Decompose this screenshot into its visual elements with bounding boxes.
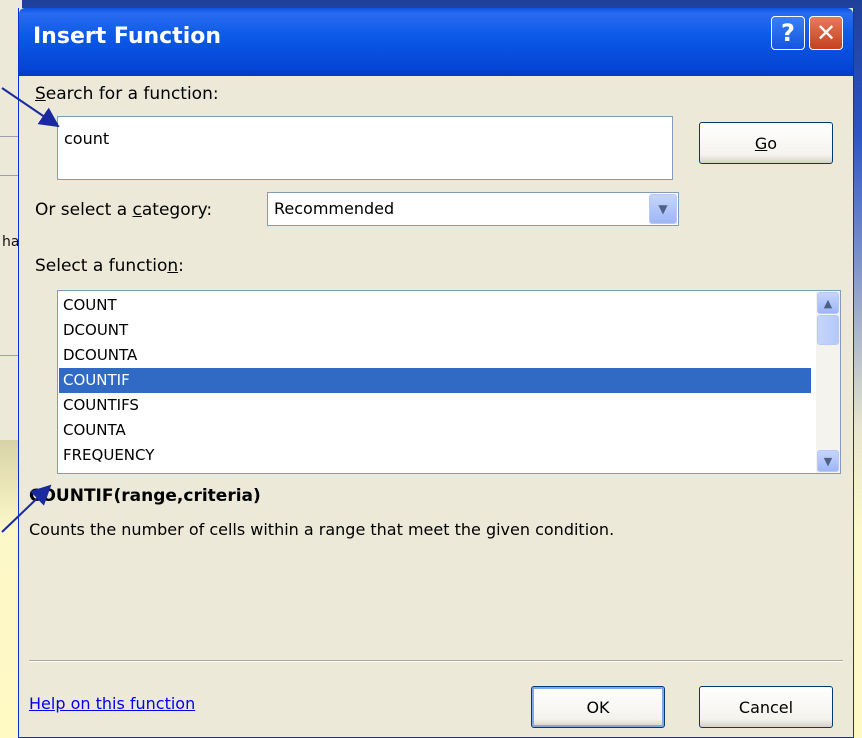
- chevron-down-icon[interactable]: ▼: [649, 194, 677, 224]
- function-list-item[interactable]: DCOUNT: [59, 318, 811, 343]
- category-label: Or select a category:: [35, 200, 213, 220]
- background-partial-text: ha: [2, 234, 20, 250]
- function-list-item[interactable]: COUNTIF: [59, 368, 811, 393]
- dialog-titlebar[interactable]: Insert Function ? ✕: [19, 8, 853, 76]
- divider: [29, 660, 843, 662]
- scroll-thumb[interactable]: [817, 315, 839, 345]
- function-list-item[interactable]: DCOUNTA: [59, 343, 811, 368]
- scroll-up-icon[interactable]: ▲: [817, 292, 839, 314]
- close-button[interactable]: ✕: [809, 16, 843, 50]
- function-signature: COUNTIF(range,criteria): [29, 486, 261, 506]
- function-list-label: Select a function:: [35, 256, 184, 276]
- function-description: Counts the number of cells within a rang…: [29, 520, 615, 539]
- dialog-title: Insert Function: [33, 24, 222, 49]
- category-selected-value: Recommended: [274, 199, 395, 218]
- insert-function-dialog: Insert Function ? ✕ Search for a functio…: [18, 8, 854, 738]
- category-select[interactable]: Recommended ▼: [267, 192, 679, 226]
- ok-button[interactable]: OK: [531, 686, 665, 728]
- question-icon: ?: [781, 19, 795, 47]
- help-on-function-link[interactable]: Help on this function: [29, 694, 195, 713]
- help-button[interactable]: ?: [771, 16, 805, 50]
- function-list-item[interactable]: FREQUENCY: [59, 443, 811, 468]
- scroll-down-icon[interactable]: ▼: [817, 450, 839, 472]
- search-input[interactable]: count: [57, 116, 673, 180]
- search-label: Search for a function:: [35, 84, 219, 104]
- cancel-button[interactable]: Cancel: [699, 686, 833, 728]
- go-button[interactable]: Go: [699, 122, 833, 164]
- function-listbox[interactable]: COUNT DCOUNT DCOUNTA COUNTIF COUNTIFS COUNTA F…: [57, 290, 841, 474]
- function-list-item[interactable]: COUNTA: [59, 418, 811, 443]
- function-list-item[interactable]: COUNTIFS: [59, 393, 811, 418]
- function-list-item[interactable]: COUNT: [59, 293, 811, 318]
- close-icon: ✕: [815, 19, 837, 47]
- search-input-value: count: [64, 129, 110, 148]
- listbox-scrollbar[interactable]: ▲ ▼: [816, 291, 840, 473]
